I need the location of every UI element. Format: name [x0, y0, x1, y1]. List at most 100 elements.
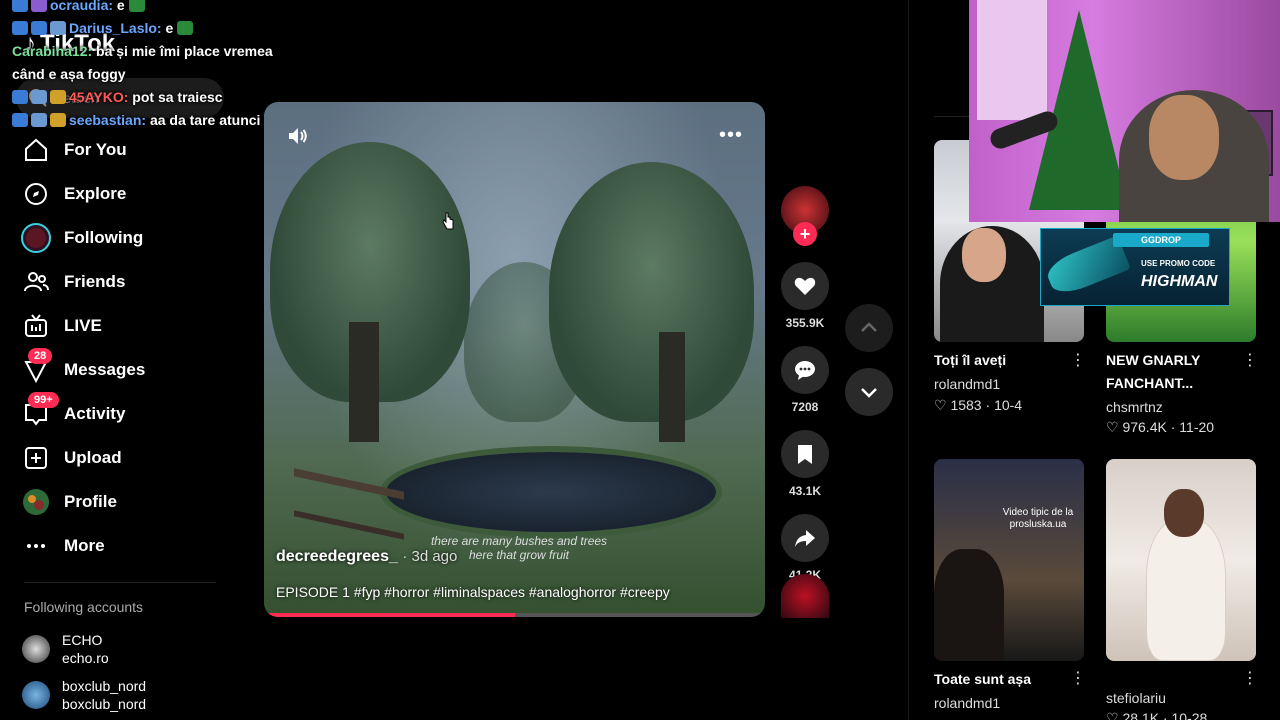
- chat-badge-icon: [50, 113, 66, 127]
- stream-chat-overlay: ocraudia: e Darius_Laslo: e Carabina12: …: [12, 0, 302, 132]
- following-accounts-title: Following accounts: [24, 599, 144, 615]
- chat-message: ocraudia: e: [12, 0, 302, 17]
- sidebar-nav: For You Explore Following Friends LIVE 2…: [18, 128, 228, 568]
- face-thumbnail: [1164, 489, 1204, 537]
- music-disc-icon[interactable]: [781, 574, 829, 618]
- pond: [386, 452, 716, 532]
- heart-outline-icon: ♡: [1106, 419, 1119, 435]
- chat-badge-icon: [12, 21, 28, 35]
- chevron-down-icon: [861, 388, 877, 398]
- sidebar-item-live[interactable]: LIVE: [18, 304, 228, 348]
- chat-badge-icon: [31, 113, 47, 127]
- home-icon: [18, 132, 54, 168]
- emote-icon: [177, 21, 194, 35]
- follow-plus-icon[interactable]: +: [793, 222, 817, 246]
- christmas-tree: [1029, 10, 1129, 210]
- chat-message: seebastian: aa da tare atunci: [12, 109, 302, 132]
- card-stats: ♡ 976.4K · 11-20: [1106, 419, 1215, 435]
- card-more-icon[interactable]: ⋮: [1070, 668, 1086, 688]
- following-account[interactable]: ECHO echo.ro: [22, 631, 109, 667]
- chat-badge-icon: [31, 90, 47, 104]
- activity-badge: 99+: [28, 392, 59, 408]
- card-title[interactable]: Toate sunt așa: [934, 668, 1074, 691]
- heart-outline-icon: ♡: [1106, 710, 1119, 720]
- card-stats: ♡ 28.1K · 10-28: [1106, 710, 1207, 720]
- compass-icon: [18, 176, 54, 212]
- like-action: 355.9K: [781, 262, 829, 330]
- volume-icon[interactable]: [286, 124, 310, 153]
- chat-badge-icon: [31, 0, 47, 12]
- sidebar-item-for-you[interactable]: For You: [18, 128, 228, 172]
- account-name: ECHO: [62, 632, 103, 648]
- card-user[interactable]: rolandmd1: [934, 695, 1000, 711]
- video-progress-fill: [264, 613, 515, 617]
- sidebar-item-explore[interactable]: Explore: [18, 172, 228, 216]
- person-thumbnail: [934, 549, 1004, 661]
- following-account[interactable]: boxclub_nord boxclub_nord: [22, 677, 146, 713]
- heart-outline-icon: ♡: [934, 397, 947, 413]
- video-more-icon[interactable]: •••: [719, 124, 743, 147]
- sidebar-item-friends[interactable]: Friends: [18, 260, 228, 304]
- video-actions: + 355.9K 7208 43.1K 41.2K: [781, 186, 829, 582]
- chat-badge-icon: [31, 21, 47, 35]
- emote-icon: [128, 0, 145, 12]
- friends-icon: [18, 264, 54, 300]
- video-author[interactable]: decreedegrees_ · 3d ago: [276, 548, 457, 566]
- messages-icon: 28: [18, 348, 54, 388]
- card-more-icon[interactable]: ⋮: [1242, 668, 1258, 688]
- comment-count: 7208: [791, 400, 819, 414]
- cursor-hand-icon: [442, 212, 454, 230]
- video-player[interactable]: ••• there are many bushes and trees here…: [264, 102, 765, 617]
- video-progress-bar[interactable]: [264, 613, 765, 617]
- like-count: 355.9K: [785, 316, 825, 330]
- card-user[interactable]: stefiolariu: [1106, 690, 1166, 706]
- upload-icon: [18, 440, 54, 476]
- sidebar-item-following[interactable]: Following: [18, 216, 228, 260]
- chat-badge-icon: [12, 113, 28, 127]
- next-video-button[interactable]: [845, 368, 893, 416]
- following-icon: [18, 220, 54, 256]
- share-button[interactable]: [781, 514, 829, 562]
- streamer-webcam: [969, 0, 1280, 222]
- card-title[interactable]: Toți îl aveți: [934, 349, 1074, 372]
- chevron-up-icon: [861, 322, 877, 332]
- account-handle: boxclub_nord: [62, 696, 147, 712]
- streamer-head: [1149, 95, 1219, 180]
- sidebar-item-more[interactable]: More: [18, 524, 228, 568]
- share-action: 41.2K: [781, 514, 829, 582]
- heart-icon: [794, 277, 816, 295]
- chat-badge-icon: [12, 90, 28, 104]
- video-description[interactable]: EPISODE 1 #fyp #horror #liminalspaces #a…: [276, 584, 670, 600]
- like-button[interactable]: [781, 262, 829, 310]
- card-user[interactable]: chsmrtnz: [1106, 399, 1163, 415]
- save-button[interactable]: [781, 430, 829, 478]
- promo-overlay: GGDROP USE PROMO CODE HIGHMAN: [1040, 228, 1230, 306]
- avatar: [22, 635, 50, 663]
- card-more-icon[interactable]: ⋮: [1242, 350, 1258, 370]
- avatar: [22, 681, 50, 709]
- comment-icon: [795, 361, 815, 380]
- sidebar-divider: [24, 582, 216, 583]
- video-card[interactable]: Video tipic de la prosluska.ua: [934, 459, 1084, 661]
- card-overlay-text: Video tipic de la prosluska.ua: [1002, 507, 1074, 530]
- comment-action: 7208: [781, 346, 829, 414]
- sidebar-item-activity[interactable]: 99+ Activity: [18, 392, 228, 436]
- column-divider: [908, 0, 909, 720]
- chat-message: 45AYKO: pot sa traiesc: [12, 86, 302, 109]
- video-card[interactable]: [1106, 459, 1256, 661]
- previous-video-button[interactable]: [845, 304, 893, 352]
- comment-button[interactable]: [781, 346, 829, 394]
- sidebar-item-profile[interactable]: Profile: [18, 480, 228, 524]
- card-title[interactable]: NEW GNARLY FANCHANT...: [1106, 349, 1246, 395]
- willow-tree: [549, 162, 754, 422]
- chat-badge-icon: [12, 0, 28, 12]
- bookmark-icon: [798, 445, 812, 464]
- live-icon: [18, 308, 54, 344]
- card-user[interactable]: rolandmd1: [934, 376, 1000, 392]
- sidebar-item-messages[interactable]: 28 Messages: [18, 348, 228, 392]
- card-more-icon[interactable]: ⋮: [1070, 350, 1086, 370]
- more-icon: [18, 528, 54, 564]
- sidebar-item-upload[interactable]: Upload: [18, 436, 228, 480]
- account-handle: echo.ro: [62, 650, 109, 666]
- creator-avatar[interactable]: +: [781, 186, 829, 246]
